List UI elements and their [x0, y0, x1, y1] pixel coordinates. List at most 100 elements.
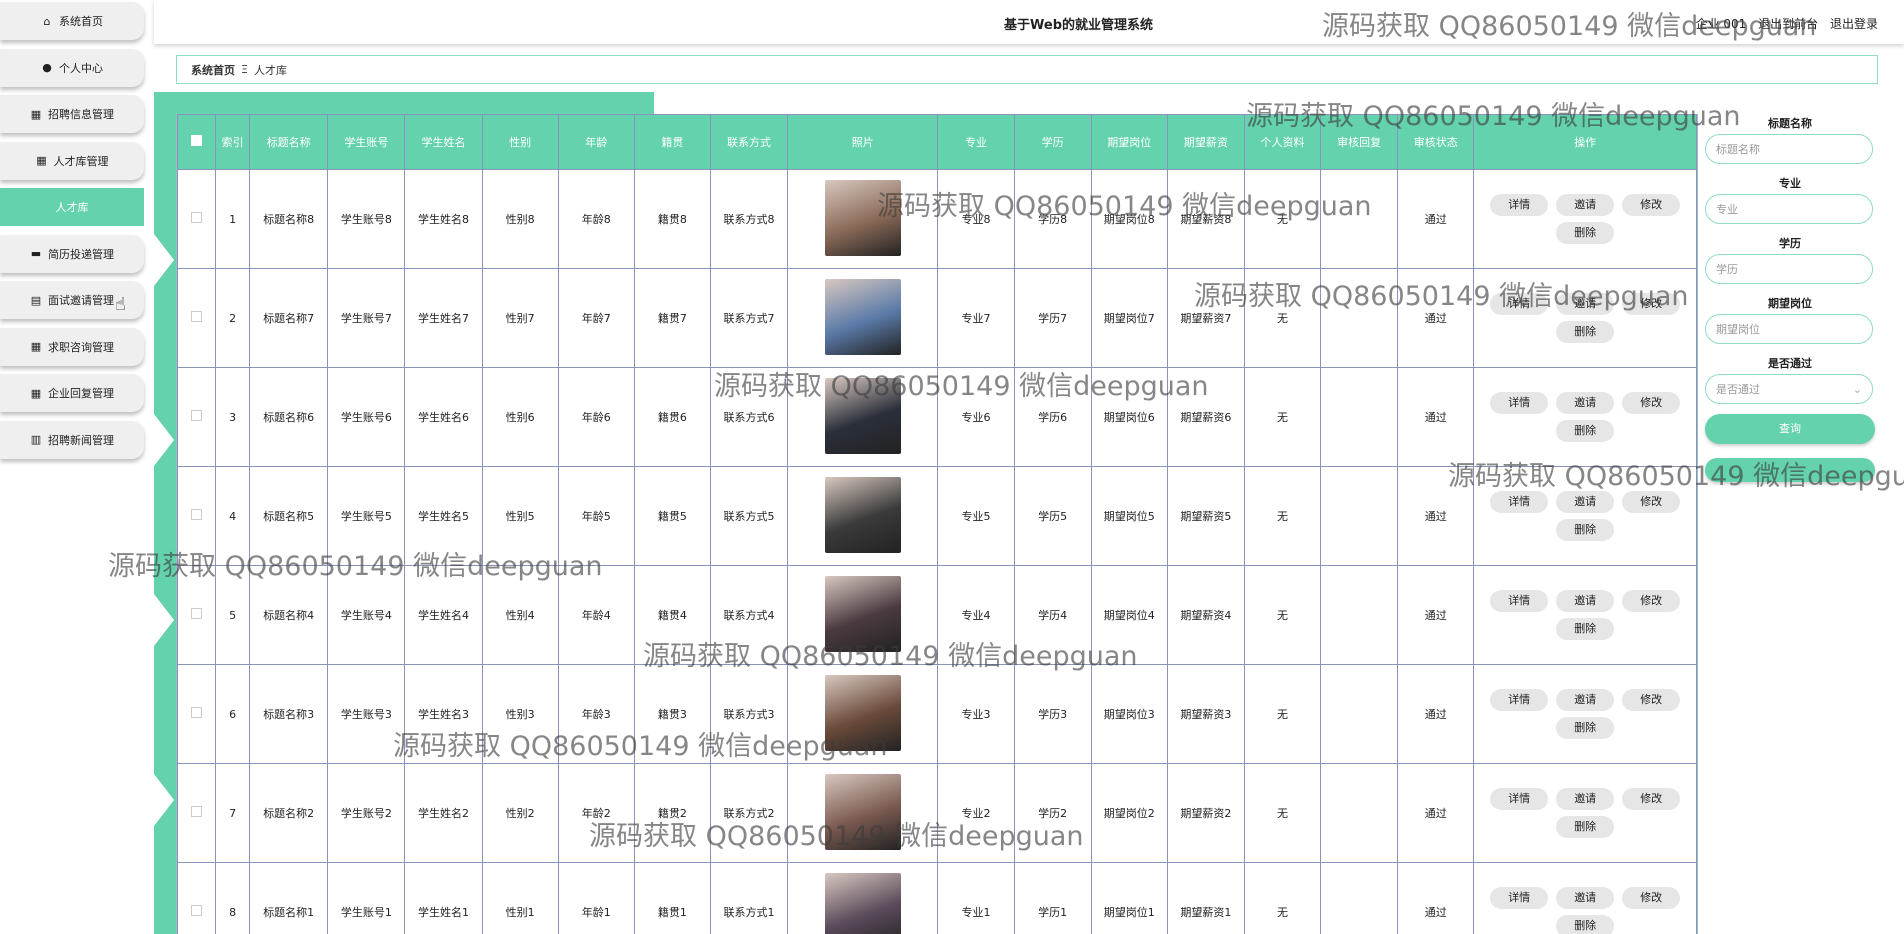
row-checkbox[interactable] — [191, 707, 203, 718]
column-header: 期望岗位 — [1090, 114, 1168, 170]
row-checkbox[interactable] — [191, 311, 203, 322]
profile-photo — [824, 674, 901, 751]
select-all-checkbox[interactable] — [191, 135, 203, 146]
row-checkbox[interactable] — [191, 608, 203, 619]
invite-button[interactable]: 邀请 — [1556, 590, 1615, 612]
major-search-input[interactable]: 专业 — [1705, 194, 1873, 224]
passed-select[interactable]: 是否通过 ⌄ — [1705, 374, 1873, 404]
row-checkbox[interactable] — [191, 509, 203, 520]
delete-button[interactable]: 删除 — [1556, 618, 1615, 640]
sidebar-item-0[interactable]: ⌂ 系统首页 — [0, 2, 144, 40]
cell-education: 学历3 — [1013, 664, 1092, 764]
query-button[interactable]: 查询 — [1705, 414, 1875, 444]
row-checkbox[interactable] — [191, 806, 203, 817]
detail-button[interactable]: 详情 — [1490, 689, 1549, 711]
detail-button[interactable]: 详情 — [1490, 491, 1549, 513]
profile-photo — [824, 476, 901, 553]
invite-button[interactable]: 邀请 — [1556, 194, 1615, 216]
cell-name: 学生姓名2 — [404, 763, 483, 863]
logout-link[interactable]: 退出登录 — [1830, 17, 1878, 31]
delete-button[interactable]: 删除 — [1556, 321, 1615, 343]
table-header-row: 索引 标题名称 学生账号 学生姓名 性别 年龄 籍贯 联系方式 照片 专业 学历 期望岗位 期望薪资 个人… — [177, 114, 1697, 170]
edit-button[interactable]: 修改 — [1622, 689, 1681, 711]
chevron-down-icon: ⌄ — [1852, 382, 1862, 396]
edit-button[interactable]: 修改 — [1622, 293, 1681, 315]
actions-cell: 详情 邀请 修改 删除 — [1473, 763, 1697, 863]
sidebar-item-label: 人才库管理 — [53, 154, 109, 168]
talent-table-container: 索引 标题名称 学生账号 学生姓名 性别 年龄 籍贯 联系方式 照片 专业 学历 期望岗位 期望薪资 个人… — [176, 114, 1698, 934]
sidebar-item-3[interactable]: ▦ 人才库管理 — [0, 141, 144, 180]
table-row: 8 标题名称1 学生账号1 学生姓名1 性别1 年龄1 籍贯1 联系方式1 专业1 学历1 期望岗位… — [177, 862, 1697, 934]
cell-age: 年龄5 — [557, 466, 635, 566]
position-search-input[interactable]: 期望岗位 — [1705, 314, 1873, 344]
cell-position: 期望岗位4 — [1090, 565, 1168, 665]
edit-button[interactable]: 修改 — [1622, 887, 1681, 909]
cell-profile: 无 — [1243, 169, 1322, 269]
cell-contact: 联系方式3 — [709, 664, 789, 764]
breadcrumb-current: 人才库 — [253, 63, 287, 77]
sidebar-item-9[interactable]: ▥ 招聘新闻管理 — [0, 420, 144, 459]
cell-origin: 籍贯5 — [633, 466, 711, 566]
edit-button[interactable]: 修改 — [1622, 392, 1681, 414]
detail-button[interactable]: 详情 — [1490, 392, 1549, 414]
edit-button[interactable]: 修改 — [1622, 788, 1681, 810]
row-checkbox[interactable] — [191, 410, 203, 421]
sidebar-item-4[interactable]: 人才库 — [0, 188, 144, 226]
row-checkbox[interactable] — [191, 905, 203, 916]
delete-button[interactable]: 删除 — [1556, 915, 1615, 934]
cell-salary: 期望薪资1 — [1166, 862, 1245, 934]
cell-education: 学历6 — [1013, 367, 1092, 467]
sidebar-item-5[interactable]: ▬ 简历投递管理 — [0, 234, 144, 273]
column-header: 标题名称 — [249, 114, 329, 170]
detail-button[interactable]: 详情 — [1490, 293, 1549, 315]
row-select-cell — [177, 664, 217, 764]
edit-button[interactable]: 修改 — [1622, 194, 1681, 216]
secondary-action-button[interactable] — [1705, 458, 1875, 482]
cell-age: 年龄4 — [557, 565, 635, 665]
invite-button[interactable]: 邀请 — [1556, 491, 1615, 513]
invite-button[interactable]: 邀请 — [1556, 293, 1615, 315]
exit-to-frontend-link[interactable]: 退出到前台 — [1758, 17, 1818, 31]
cell-contact: 联系方式2 — [709, 763, 789, 863]
passed-select-placeholder: 是否通过 — [1716, 383, 1760, 396]
invite-button[interactable]: 邀请 — [1556, 689, 1615, 711]
delete-button[interactable]: 删除 — [1556, 816, 1615, 838]
detail-button[interactable]: 详情 — [1490, 590, 1549, 612]
cell-major: 专业6 — [937, 367, 1015, 467]
sidebar-item-1[interactable]: ● 个人中心 — [0, 48, 144, 87]
sidebar-item-7[interactable]: ▦ 求职咨询管理 — [0, 327, 144, 366]
monitor-icon: ▬ — [30, 247, 42, 260]
detail-button[interactable]: 详情 — [1490, 887, 1549, 909]
title-search-input[interactable]: 标题名称 — [1705, 134, 1873, 164]
delete-button[interactable]: 删除 — [1556, 717, 1615, 739]
edit-button[interactable]: 修改 — [1622, 491, 1681, 513]
cell-origin: 籍贯2 — [633, 763, 711, 863]
row-actions: 详情 邀请 修改 删除 — [1490, 293, 1681, 343]
delete-button[interactable]: 删除 — [1556, 222, 1615, 244]
cell-profile: 无 — [1243, 862, 1322, 934]
photo-cell — [787, 367, 939, 467]
cell-gender: 性别1 — [481, 862, 559, 934]
sidebar-item-2[interactable]: ▦ 招聘信息管理 — [0, 95, 144, 133]
breadcrumb-home[interactable]: 系统首页 — [191, 62, 235, 78]
sidebar-item-8[interactable]: ▦ 企业回复管理 — [0, 374, 144, 412]
cell-profile: 无 — [1243, 664, 1322, 764]
invite-button[interactable]: 邀请 — [1556, 392, 1615, 414]
cell-account: 学生账号2 — [327, 763, 406, 863]
passed-select-label: 是否通过 — [1768, 357, 1812, 370]
cell-major: 专业7 — [937, 268, 1015, 368]
detail-button[interactable]: 详情 — [1490, 194, 1549, 216]
delete-button[interactable]: 删除 — [1556, 519, 1615, 541]
edit-button[interactable]: 修改 — [1622, 590, 1681, 612]
title-search-placeholder: 标题名称 — [1716, 143, 1760, 156]
breadcrumb: 系统首页 Ξ 人才库 — [176, 55, 1878, 84]
row-checkbox[interactable] — [191, 212, 203, 223]
cell-status: 通过 — [1397, 763, 1475, 863]
education-search-input[interactable]: 学历 — [1705, 254, 1873, 284]
invite-button[interactable]: 邀请 — [1556, 887, 1615, 909]
sidebar-item-label: 简历投递管理 — [48, 247, 114, 261]
delete-button[interactable]: 删除 — [1556, 420, 1615, 442]
detail-button[interactable]: 详情 — [1490, 788, 1549, 810]
talent-table: 索引 标题名称 学生账号 学生姓名 性别 年龄 籍贯 联系方式 照片 专业 学历 期望岗位 期望薪资 个人… — [177, 114, 1697, 934]
invite-button[interactable]: 邀请 — [1556, 788, 1615, 810]
